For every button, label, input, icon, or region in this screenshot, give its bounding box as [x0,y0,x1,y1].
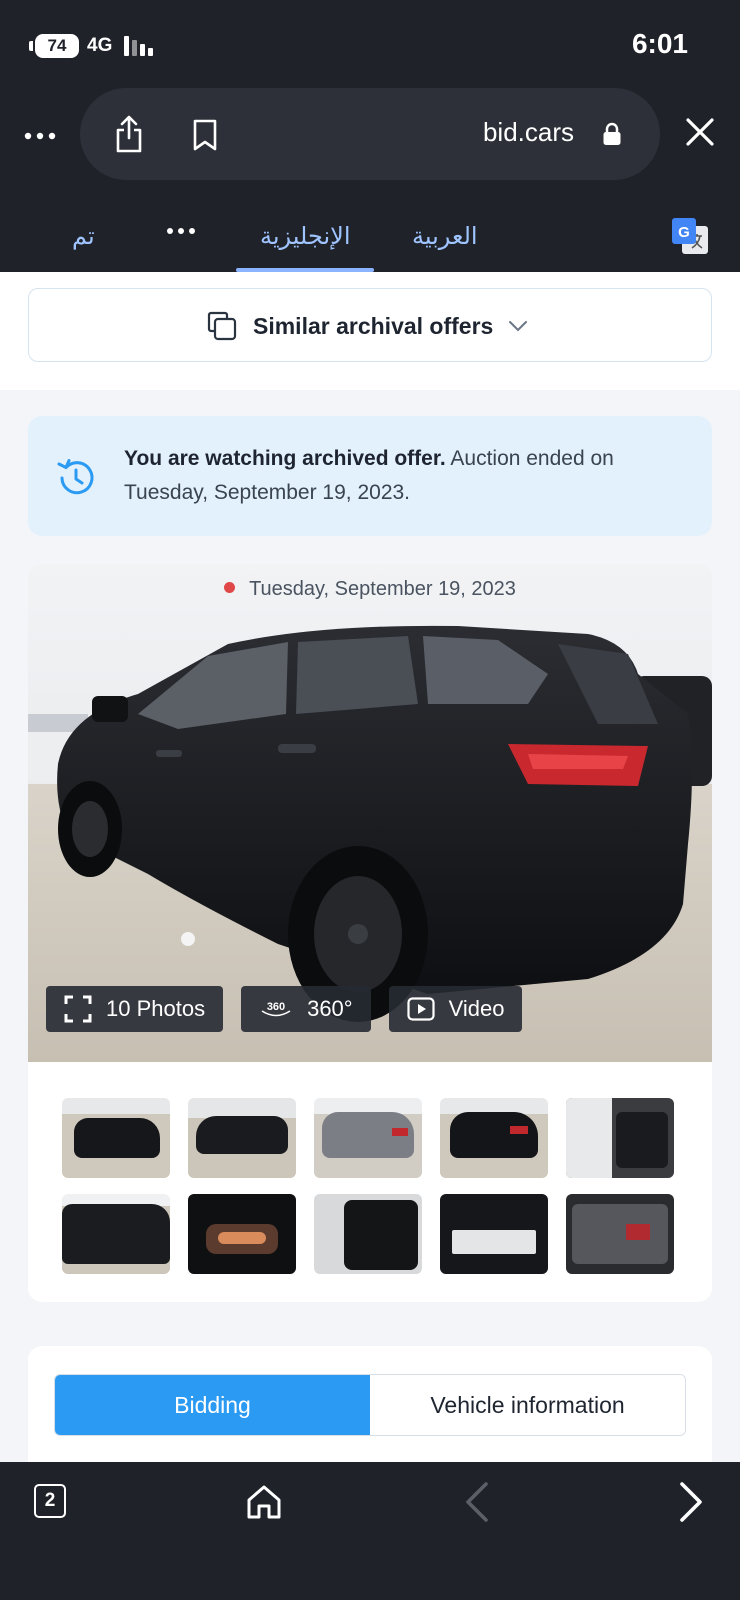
tab-english[interactable]: الإنجليزية [260,222,351,251]
thumbnail[interactable] [62,1194,170,1274]
signal-icon [124,36,158,56]
battery-indicator: 74 [29,34,79,58]
forward-icon[interactable] [676,1480,706,1524]
video-button[interactable]: Video [388,986,523,1032]
notice-text: You are watching archived offer. Auction… [124,442,684,510]
bookmark-icon[interactable] [192,118,218,152]
fullscreen-icon [64,995,92,1023]
translate-more-icon[interactable] [166,224,196,238]
thumbnail[interactable] [566,1194,674,1274]
media-buttons: 10 Photos 360 360° Video [46,986,523,1032]
details-card: Bidding Vehicle information [28,1346,712,1462]
back-icon[interactable] [462,1480,492,1524]
video-play-icon [406,997,435,1021]
translate-done-button[interactable]: تم [72,222,95,251]
auction-date: Tuesday, September 19, 2023 [28,578,712,601]
video-label: Video [448,996,505,1021]
notice-bold-text: You are watching archived offer. [124,447,446,470]
tab-bidding[interactable]: Bidding [55,1375,370,1435]
tab-vehicle-information[interactable]: Vehicle information [370,1375,685,1435]
url-text: bid.cars [482,117,574,147]
similar-offers-button[interactable]: Similar archival offers [28,288,712,362]
live-dot [224,582,236,593]
tab-switcher-button[interactable]: 2 [34,1484,66,1518]
photos-button[interactable]: 10 Photos [46,986,224,1032]
thumbnail[interactable] [188,1194,296,1274]
spin-360-label: 360° [307,996,353,1021]
tab-arabic[interactable]: العربية [412,222,478,251]
status-bar: 74 4G 6:01 [0,0,740,88]
history-icon [57,459,94,495]
spin-360-button[interactable]: 360 360° [241,986,371,1032]
details-tabs: Bidding Vehicle information [54,1374,686,1436]
thumbnail-grid [62,1098,682,1274]
more-icon[interactable] [22,118,58,154]
photos-label: 10 Photos [106,996,206,1021]
close-icon[interactable] [682,114,718,150]
thumbnail[interactable] [566,1098,674,1178]
similar-offers-section: Similar archival offers [0,272,740,390]
chevron-down-icon [509,321,528,332]
thumbnail[interactable] [314,1098,422,1178]
svg-text:G: G [678,224,690,241]
clock: 6:01 [631,28,688,59]
thumbnail[interactable] [314,1194,422,1274]
lock-icon [603,122,621,145]
spin-360-badge: 360 [267,1001,285,1013]
page-content: Similar archival offers You are watching… [0,272,740,1462]
thumbnail[interactable] [440,1098,548,1178]
auction-date-text: Tuesday, September 19, 2023 [249,578,516,600]
network-type: 4G [87,35,113,56]
spin-360-icon: 360 [261,1001,291,1017]
browser-bottom-bar: 2 [0,1462,740,1600]
photo-gallery: Tuesday, September 19, 2023 10 Photos 36… [28,564,712,1302]
google-translate-icon[interactable]: G [670,216,710,256]
home-icon[interactable] [244,1482,284,1522]
share-icon[interactable] [114,114,144,154]
thumbnail[interactable] [62,1098,170,1178]
browser-toolbar: bid.cars [0,88,740,184]
translation-bar: تم الإنجليزية العربية G [0,184,740,272]
copy-icon [207,311,237,341]
thumbnail[interactable] [440,1194,548,1274]
similar-offers-label: Similar archival offers [253,312,494,339]
main-car-photo[interactable]: Tuesday, September 19, 2023 10 Photos 36… [28,564,712,1062]
archived-offer-notice: You are watching archived offer. Auction… [28,416,712,536]
address-bar[interactable]: bid.cars [80,88,660,180]
thumbnail[interactable] [188,1098,296,1178]
